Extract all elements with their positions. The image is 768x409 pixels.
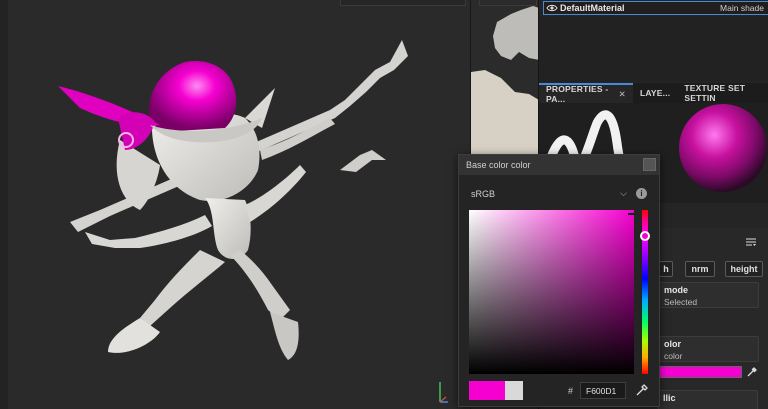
menu-lines-icon[interactable] bbox=[745, 237, 757, 247]
base-color-field[interactable]: olor color bbox=[659, 336, 759, 362]
eye-icon[interactable] bbox=[546, 3, 558, 13]
sv-marker[interactable] bbox=[628, 213, 634, 215]
saturation-value-field[interactable] bbox=[469, 210, 634, 374]
chevron-down-icon[interactable]: ⌵ bbox=[620, 188, 627, 199]
hex-input[interactable] bbox=[580, 382, 626, 399]
tab-layers[interactable]: LAYE... bbox=[633, 83, 677, 103]
mode-value: Selected bbox=[664, 297, 698, 307]
base-color-swatch[interactable] bbox=[658, 366, 742, 378]
tab-texture-set-settings[interactable]: TEXTURE SET SETTIN bbox=[677, 83, 768, 103]
base-color-sub: color bbox=[664, 351, 683, 361]
color-picker-header[interactable]: Base color color bbox=[459, 155, 659, 175]
hex-label: # bbox=[568, 386, 574, 396]
viewport-3d[interactable] bbox=[0, 0, 470, 409]
color-picker-title: Base color color bbox=[466, 160, 531, 170]
base-color-title: olor bbox=[664, 339, 681, 349]
mode-title: mode bbox=[664, 285, 689, 295]
axis-gizmo-icon bbox=[439, 382, 448, 403]
previous-color-preview[interactable] bbox=[505, 381, 523, 400]
color-space-value: sRGB bbox=[471, 189, 496, 199]
tab-properties[interactable]: PROPERTIES - PA... ✕ bbox=[539, 83, 633, 104]
close-icon[interactable]: ✕ bbox=[619, 89, 626, 100]
material-name: DefaultMaterial bbox=[560, 3, 625, 13]
panel-tabbar: PROPERTIES - PA... ✕ LAYE... TEXTURE SET… bbox=[539, 83, 768, 104]
tab-layers-label: LAYE... bbox=[639, 88, 671, 98]
tab-texture-set-label: TEXTURE SET SETTIN bbox=[684, 83, 746, 103]
color-space-select[interactable]: sRGB ⌵ i bbox=[471, 187, 651, 201]
material-list-item[interactable]: DefaultMaterial Main shade bbox=[543, 1, 768, 15]
shader-name[interactable]: Main shade bbox=[720, 3, 764, 13]
channel-chip-height[interactable]: height bbox=[725, 261, 763, 277]
close-icon[interactable] bbox=[643, 158, 656, 171]
mode-field[interactable]: mode Selected bbox=[659, 282, 759, 308]
channel-chip-nrm[interactable]: nrm bbox=[685, 261, 715, 277]
hue-slider-handle[interactable] bbox=[640, 231, 650, 241]
color-picker-dialog: Base color color sRGB ⌵ i # bbox=[458, 154, 660, 407]
character-model[interactable] bbox=[0, 0, 470, 409]
new-color-preview bbox=[469, 381, 505, 400]
metallic-field[interactable]: llic bbox=[658, 390, 758, 409]
hue-slider[interactable] bbox=[640, 210, 650, 374]
info-icon[interactable]: i bbox=[636, 188, 647, 199]
texture-set-list bbox=[539, 16, 768, 82]
metallic-title: llic bbox=[663, 393, 676, 403]
tab-properties-label: PROPERTIES - PA... bbox=[546, 84, 609, 104]
eyedropper-icon[interactable] bbox=[746, 366, 758, 378]
eyedropper-icon[interactable] bbox=[635, 383, 648, 397]
channel-chip-1[interactable]: h bbox=[659, 261, 673, 277]
